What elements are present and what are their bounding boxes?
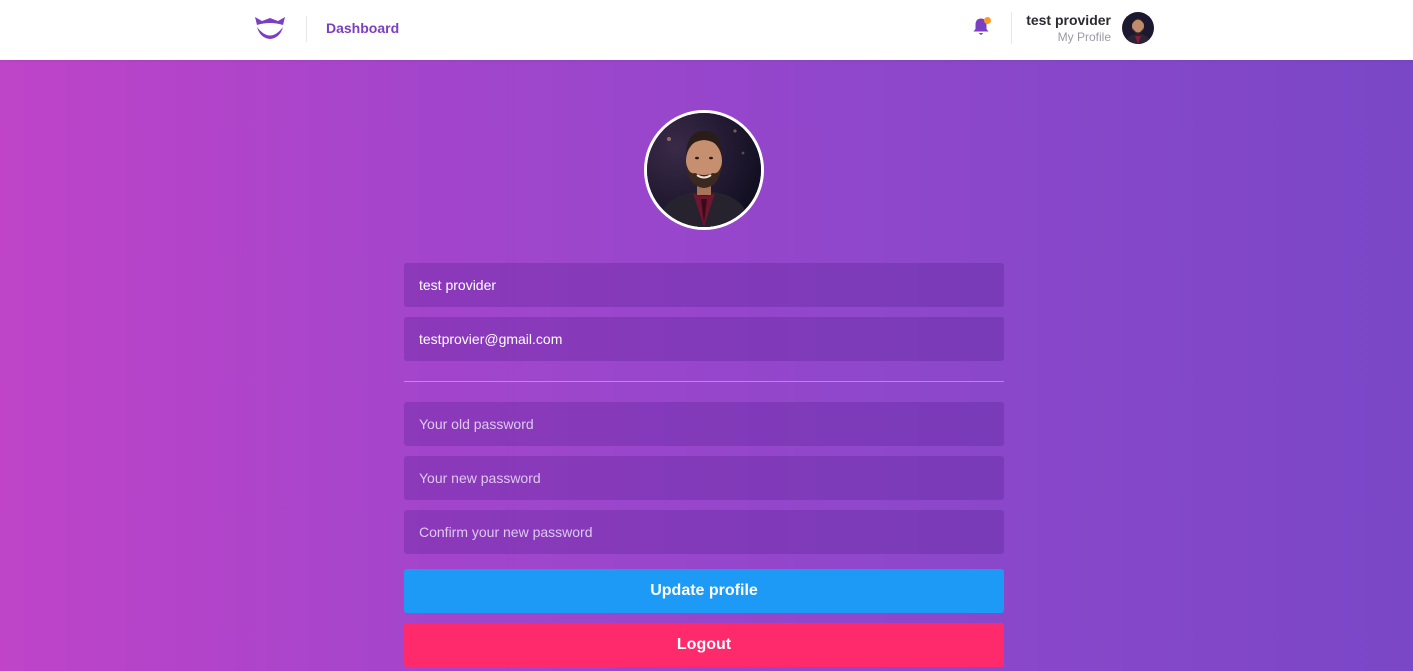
user-avatar[interactable]	[1122, 12, 1154, 44]
profile-panel: Update profile Logout	[0, 60, 1413, 671]
nav-dashboard-link[interactable]: Dashboard	[326, 20, 399, 36]
logo-icon[interactable]	[253, 14, 287, 42]
new-password-field[interactable]	[404, 456, 1004, 500]
user-divider	[1011, 12, 1012, 44]
confirm-password-field[interactable]	[404, 510, 1004, 554]
profile-photo[interactable]	[644, 110, 764, 230]
logout-button[interactable]: Logout	[404, 623, 1004, 667]
top-navbar: Dashboard test provider My Profile	[0, 0, 1413, 60]
form-separator	[404, 381, 1004, 382]
email-field[interactable]	[404, 317, 1004, 361]
name-field[interactable]	[404, 263, 1004, 307]
old-password-field[interactable]	[404, 402, 1004, 446]
user-name[interactable]: test provider	[1026, 12, 1111, 28]
my-profile-link[interactable]: My Profile	[1058, 30, 1111, 44]
notification-dot	[984, 17, 991, 24]
update-profile-button[interactable]: Update profile	[404, 569, 1004, 613]
nav-divider	[306, 16, 307, 42]
